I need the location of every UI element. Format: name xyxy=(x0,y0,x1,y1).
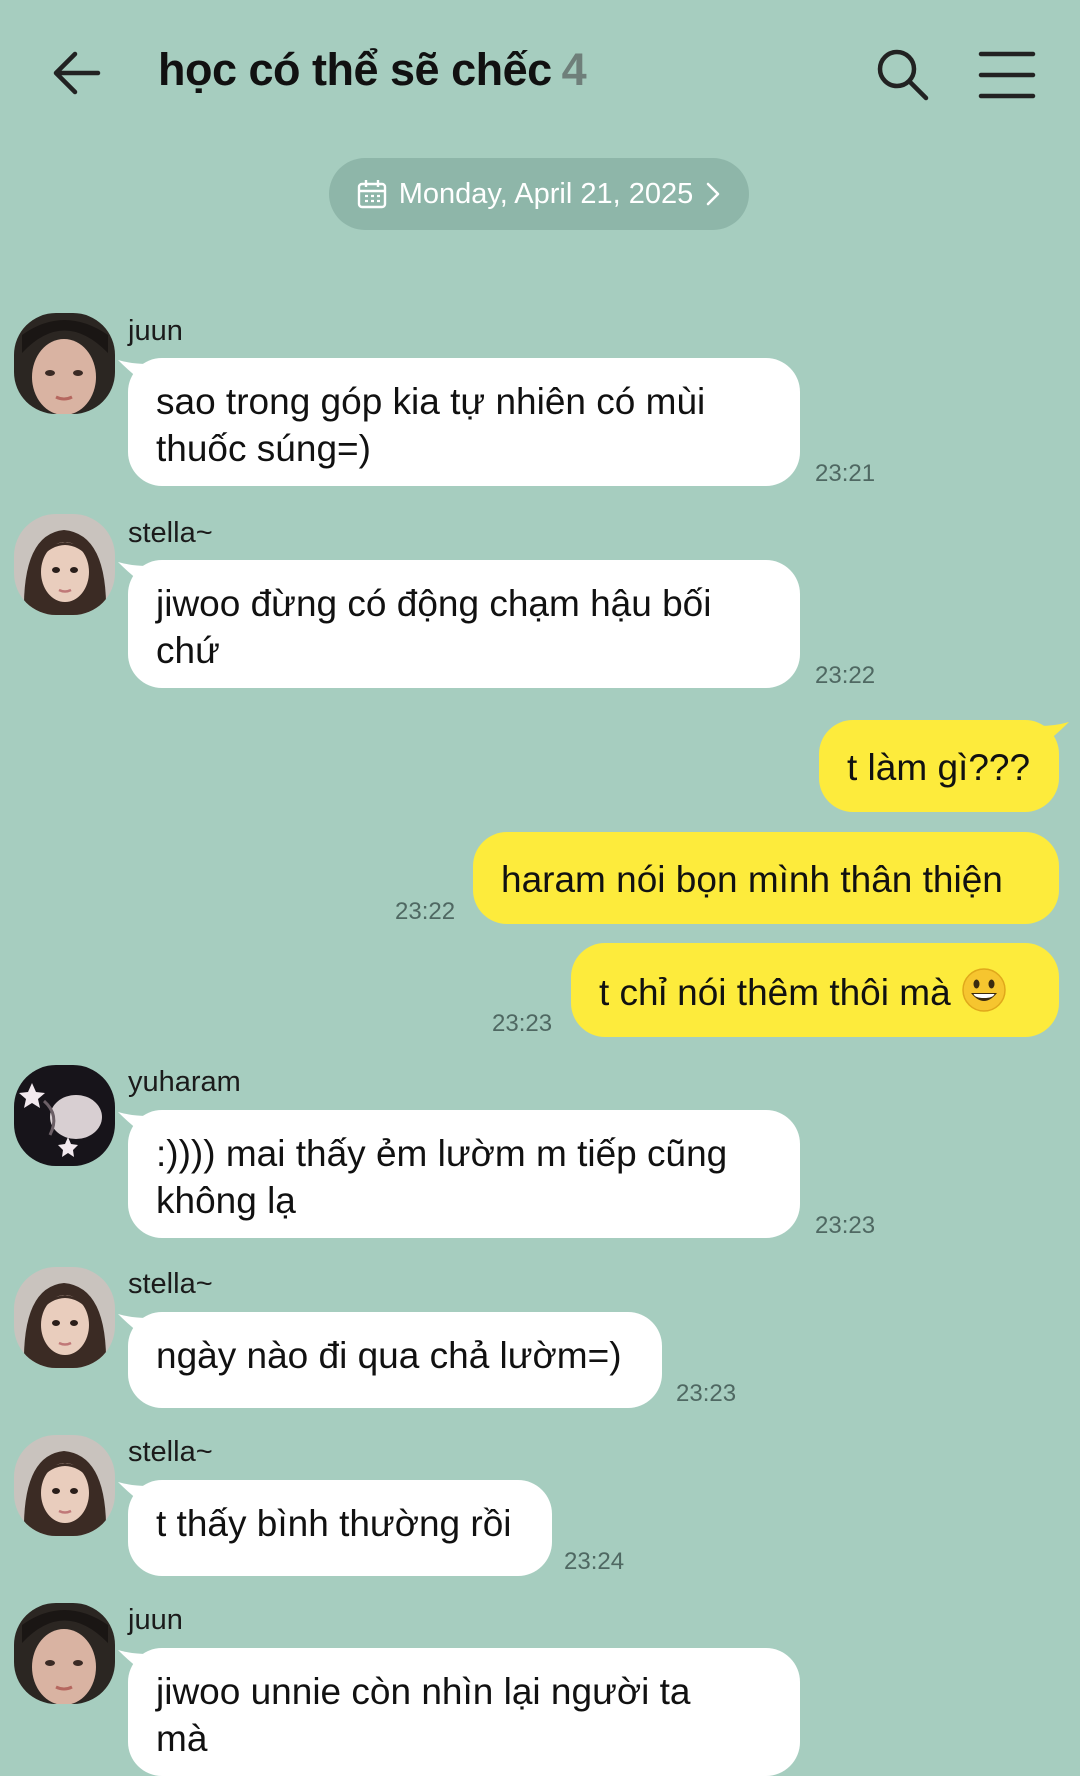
member-count: 4 xyxy=(561,44,587,95)
message-text: mà xyxy=(156,1718,208,1759)
date-divider[interactable]: Monday, April 21, 2025 xyxy=(329,158,749,230)
avatar-yuharam[interactable] xyxy=(14,1065,115,1166)
message-time: 23:22 xyxy=(395,898,456,925)
sender-name: juun xyxy=(128,1604,183,1636)
grinning-face-emoji xyxy=(961,967,1007,1024)
message-time: 23:23 xyxy=(815,1212,876,1239)
message-time: 23:23 xyxy=(492,1010,553,1037)
sender-name: stella~ xyxy=(128,1268,213,1300)
message-text: jiwoo đừng có động chạm hậu bối xyxy=(156,583,712,624)
search-icon xyxy=(877,49,929,101)
message-bubble[interactable]: ngày nào đi qua chả lườm=) xyxy=(118,1312,662,1408)
avatar-juun[interactable] xyxy=(14,313,115,414)
message-text: thuốc súng=) xyxy=(156,428,371,469)
avatar-stella[interactable] xyxy=(14,514,115,615)
message-text: :)))) mai thấy ẻm lườm m tiếp cũng xyxy=(156,1133,728,1174)
arrow-left-icon xyxy=(53,51,101,95)
back-button[interactable] xyxy=(48,44,106,102)
my-message-bubble[interactable]: haram nói bọn mình thân thiện xyxy=(473,832,1059,924)
sender-name: stella~ xyxy=(128,517,213,549)
message-text: sao trong góp kia tự nhiên có mùi xyxy=(156,381,706,422)
sender-name: yuharam xyxy=(128,1066,241,1098)
message-text: jiwoo unnie còn nhìn lại người ta xyxy=(156,1671,691,1712)
message-time: 23:23 xyxy=(676,1380,737,1407)
message-bubble[interactable]: jiwoo unnie còn nhìn lại người ta mà xyxy=(118,1648,800,1776)
search-button[interactable] xyxy=(872,44,932,104)
message-bubble[interactable]: :)))) mai thấy ẻm lườm m tiếp cũng không… xyxy=(118,1110,800,1238)
hamburger-menu-icon xyxy=(978,51,1036,99)
date-label: Monday, April 21, 2025 xyxy=(398,177,694,210)
calendar-icon xyxy=(357,180,386,209)
chat-name: học có thể sẽ chếc xyxy=(158,44,552,95)
sender-name: juun xyxy=(128,315,183,347)
menu-button[interactable] xyxy=(978,48,1036,102)
message-text: t thấy bình thường rồi xyxy=(156,1503,512,1544)
message-bubble[interactable]: t thấy bình thường rồi xyxy=(118,1480,552,1576)
message-text: haram nói bọn mình thân thiện xyxy=(501,859,1003,900)
my-message-bubble[interactable]: t làm gì??? xyxy=(819,720,1069,812)
message-text: chứ xyxy=(156,630,220,671)
message-text: t làm gì??? xyxy=(847,747,1031,788)
message-bubble[interactable]: jiwoo đừng có động chạm hậu bối chứ xyxy=(118,560,800,688)
sender-name: stella~ xyxy=(128,1436,213,1468)
message-time: 23:24 xyxy=(564,1548,625,1575)
message-bubble[interactable]: sao trong góp kia tự nhiên có mùi thuốc … xyxy=(118,358,800,486)
chat-title[interactable]: học có thể sẽ chếc 4 xyxy=(158,44,587,96)
avatar-stella[interactable] xyxy=(14,1435,115,1536)
message-time: 23:22 xyxy=(815,662,876,689)
message-time: 23:21 xyxy=(815,460,876,487)
chevron-right-icon xyxy=(706,182,720,206)
message-text: không lạ xyxy=(156,1180,296,1221)
message-text: ngày nào đi qua chả lườm=) xyxy=(156,1335,622,1376)
message-text: t chỉ nói thêm thôi mà xyxy=(599,972,951,1013)
avatar-stella[interactable] xyxy=(14,1267,115,1368)
my-message-bubble[interactable]: t chỉ nói thêm thôi mà xyxy=(571,943,1059,1037)
avatar-juun[interactable] xyxy=(14,1603,115,1704)
top-bar: học có thể sẽ chếc 4 xyxy=(0,0,1080,150)
